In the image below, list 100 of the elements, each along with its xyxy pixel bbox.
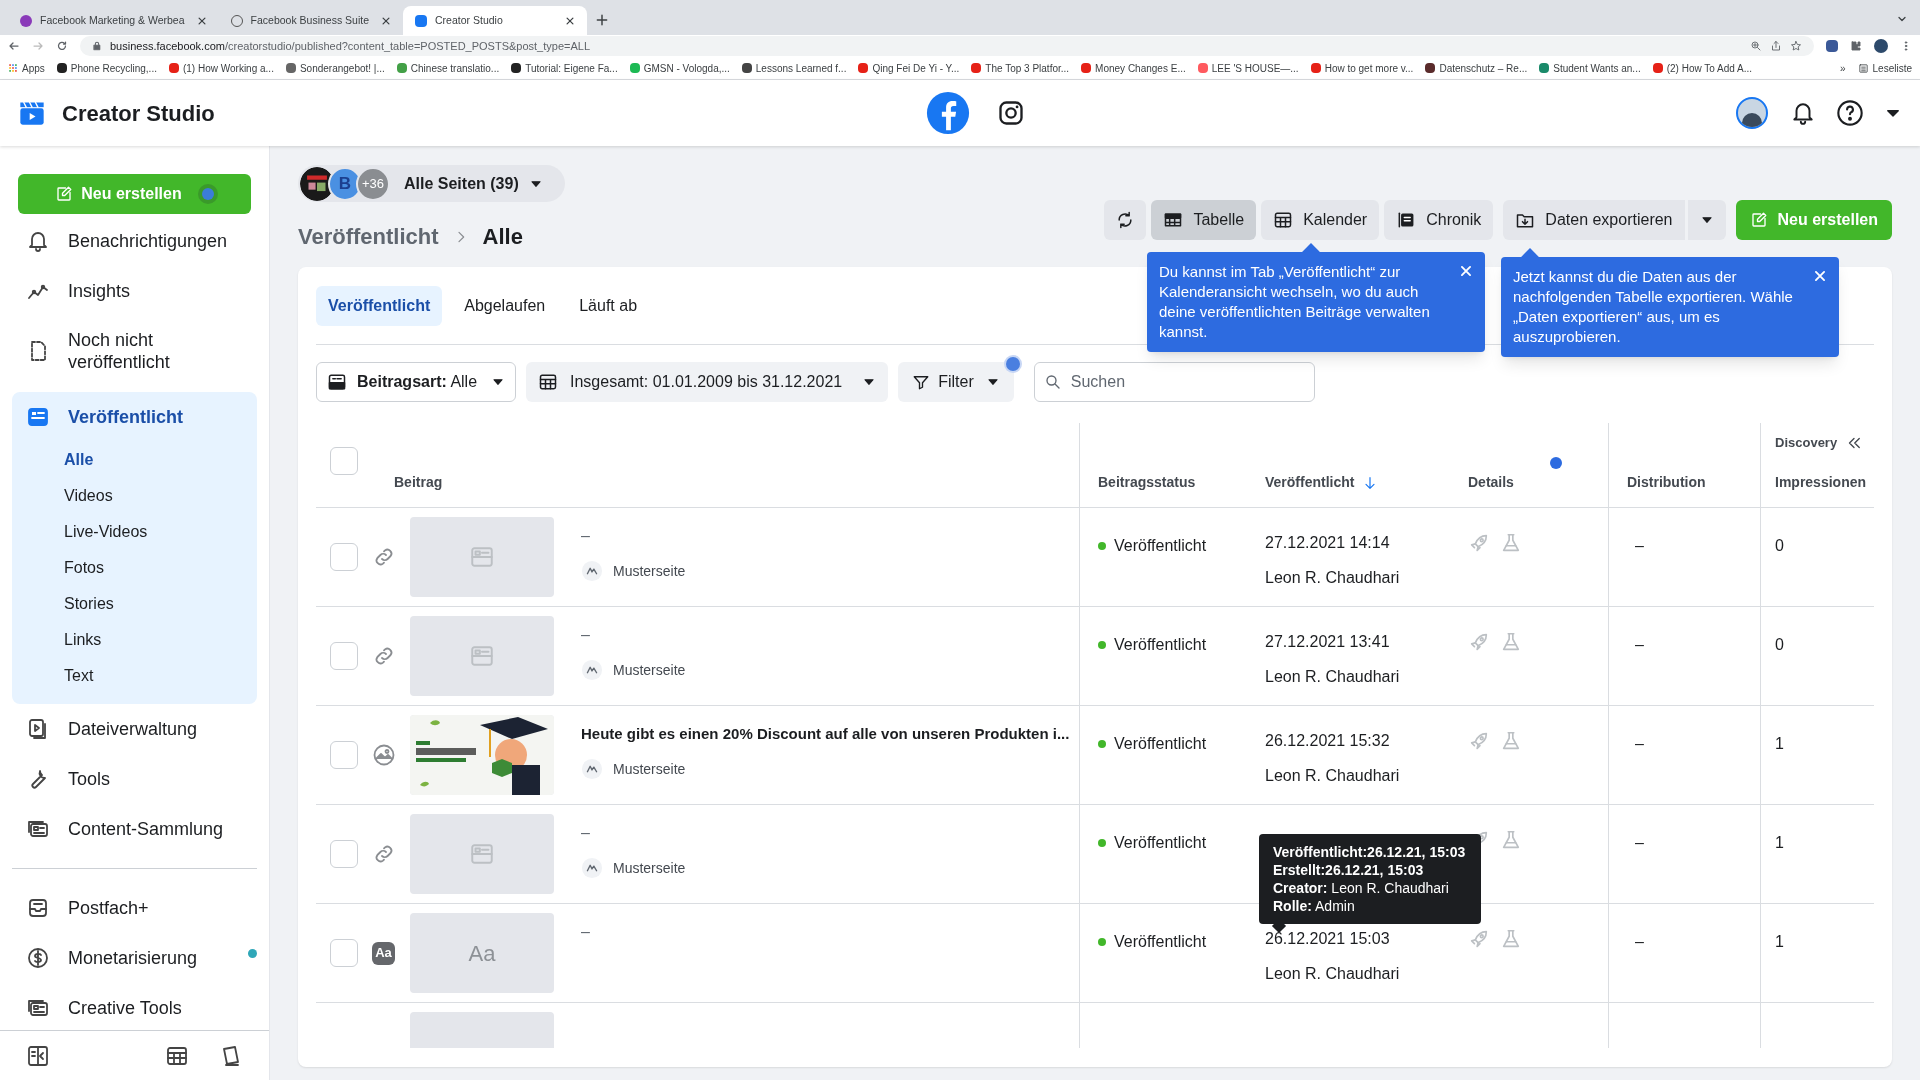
sidebar-item[interactable]: Creative Tools: [12, 983, 257, 1025]
more-bookmarks-button[interactable]: »: [1839, 60, 1846, 76]
share-icon[interactable]: [1770, 40, 1782, 52]
filter-button[interactable]: Filter: [898, 362, 1014, 402]
bookmark-link[interactable]: Student Wants an...: [1553, 60, 1641, 76]
sidebar-item[interactable]: Dateiverwaltung: [12, 704, 257, 754]
bookmark-link[interactable]: The Top 3 Platfor...: [985, 60, 1070, 76]
column-header[interactable]: Distribution: [1627, 472, 1706, 493]
facebook-icon[interactable]: [925, 90, 972, 136]
notifications-icon[interactable]: [1790, 100, 1816, 126]
search-field[interactable]: Suchen: [1033, 362, 1315, 402]
breadcrumb-link[interactable]: Veröffentlicht: [298, 220, 439, 253]
column-header[interactable]: Details: [1468, 472, 1514, 493]
row-checkbox[interactable]: [330, 741, 358, 769]
apps-grid-icon: [8, 63, 18, 73]
sidebar-item[interactable]: Benachrichtigungen: [12, 224, 257, 266]
row-checkbox[interactable]: [330, 543, 358, 571]
browser-tab[interactable]: Facebook Marketing & Werbea: [8, 6, 219, 35]
sidebar-item[interactable]: Monetarisierung: [12, 933, 257, 983]
help-icon[interactable]: [1836, 99, 1864, 127]
close-icon[interactable]: [381, 15, 392, 26]
bookmark-link[interactable]: Tutorial: Eigene Fa...: [525, 60, 618, 76]
close-icon[interactable]: [1459, 264, 1473, 278]
bookmark-link[interactable]: Phone Recycling,...: [70, 60, 157, 76]
post-title: –: [581, 526, 590, 546]
puzzle-icon[interactable]: [1850, 40, 1862, 52]
view-tab[interactable]: Chronik: [1384, 200, 1494, 240]
sidebar-subitem[interactable]: Stories: [12, 586, 257, 622]
sidebar-item[interactable]: Insights: [12, 266, 257, 316]
zoom-icon[interactable]: [1750, 40, 1762, 52]
column-header[interactable]: Impressionen: [1775, 472, 1874, 493]
table-cell: –: [1635, 735, 1644, 752]
view-tab[interactable]: Tabelle: [1151, 200, 1257, 240]
post-title: Heute gibt es einen 20% Discount auf alle von unseren Produkten i...: [581, 724, 1070, 744]
post-type-icon: [327, 372, 347, 392]
sidebar-item[interactable]: Postfach+: [12, 883, 257, 933]
sidebar-subitem[interactable]: Videos: [12, 478, 257, 514]
column-header[interactable]: Beitrag: [394, 472, 443, 493]
row-checkbox[interactable]: [330, 642, 358, 670]
collapse-sidebar-icon[interactable]: [26, 1043, 50, 1068]
bookmark-favicon-icon: [511, 63, 522, 73]
bookmark-link[interactable]: Chinese translatio...: [410, 60, 500, 76]
table-cell: 0: [1775, 537, 1784, 554]
bookmark-link[interactable]: GMSN - Vologda,...: [643, 60, 730, 76]
bookmark-link[interactable]: Lessons Learned f...: [755, 60, 847, 76]
browser-tab[interactable]: Facebook Business Suite: [218, 6, 404, 35]
content-tab[interactable]: Läuft ab: [567, 285, 650, 326]
content-tab[interactable]: Abgelaufen: [452, 285, 558, 326]
sidebar-subitem[interactable]: Text: [12, 658, 257, 694]
content-tab[interactable]: Veröffentlicht: [316, 285, 443, 326]
row-checkbox[interactable]: [330, 939, 358, 967]
export-button[interactable]: Daten exportieren: [1503, 200, 1685, 240]
new-tab-icon[interactable]: [595, 13, 610, 27]
row-checkbox[interactable]: [330, 840, 358, 868]
bookmark-link[interactable]: Qing Fei De Yi - Y...: [872, 60, 960, 76]
url-text: business.facebook.com/creatorstudio/published?content_table=POSTED_POSTS&post_type=ALL: [110, 38, 590, 54]
instagram-icon[interactable]: [997, 99, 1026, 127]
column-header[interactable]: Beitragsstatus: [1098, 472, 1196, 493]
bookmark-link[interactable]: How to get more v...: [1324, 60, 1414, 76]
close-icon[interactable]: [1813, 269, 1827, 283]
export-menu-button[interactable]: [1687, 200, 1726, 240]
view-tab[interactable]: Kalender: [1261, 200, 1380, 240]
select-all-checkbox[interactable]: [330, 447, 358, 475]
browser-tab[interactable]: Creator Studio: [403, 6, 588, 35]
bookmark-link[interactable]: Datenschutz – Re...: [1439, 60, 1528, 76]
sidebar-subitem[interactable]: Alle: [12, 442, 257, 478]
bookmark-link[interactable]: (1) How Working a...: [182, 60, 274, 76]
bookmark-favicon-icon: [396, 63, 407, 73]
refresh-button[interactable]: [1104, 200, 1147, 240]
page-selector[interactable]: B +36 Alle Seiten (39): [298, 165, 565, 202]
sidebar-item[interactable]: Content-Sammlung: [12, 804, 257, 854]
profile-avatar[interactable]: [1736, 97, 1768, 129]
close-icon[interactable]: [196, 15, 207, 26]
tab-favicon-icon: [20, 14, 32, 27]
back-icon[interactable]: [8, 40, 20, 52]
reading-list-link[interactable]: Leseliste: [1872, 60, 1912, 76]
profile-avatar[interactable]: [1874, 39, 1888, 53]
date-range-dropdown[interactable]: Insgesamt: 01.01.2009 bis 31.12.2021: [526, 362, 889, 402]
sidebar-item[interactable]: Noch nicht veröffentlicht: [12, 316, 257, 386]
sidebar-item[interactable]: Veröffentlicht: [12, 392, 257, 442]
bookmark-link[interactable]: Money Changes E...: [1095, 60, 1186, 76]
column-group-header: Discovery: [1775, 434, 1838, 452]
bookmark-link[interactable]: Apps: [22, 60, 45, 76]
bookmark-link[interactable]: Sonderangebot! |...: [299, 60, 385, 76]
bookmark-link[interactable]: LEE 'S HOUSE—...: [1211, 60, 1299, 76]
table-cell: –: [1635, 636, 1644, 653]
extension-icon[interactable]: [1826, 40, 1838, 52]
bookmark-link[interactable]: (2) How To Add A...: [1666, 60, 1753, 76]
sidebar-item[interactable]: Tools: [12, 754, 257, 804]
sidebar-subitem[interactable]: Links: [12, 622, 257, 658]
column-header[interactable]: Veröffentlicht: [1265, 472, 1379, 493]
reload-icon[interactable]: [56, 40, 68, 52]
close-icon[interactable]: [565, 15, 576, 26]
star-icon[interactable]: [1790, 40, 1802, 52]
table-cell: –: [1635, 834, 1644, 851]
address-bar[interactable]: business.facebook.com/creatorstudio/published?content_table=POSTED_POSTS&post_type=ALL: [80, 36, 1814, 56]
sidebar-subitem[interactable]: Live-Videos: [12, 514, 257, 550]
sidebar-subitem[interactable]: Fotos: [12, 550, 257, 586]
author-name: Leon R. Chaudhari: [1265, 568, 1400, 588]
post-type-dropdown[interactable]: Beitragsart: Alle: [316, 362, 516, 402]
